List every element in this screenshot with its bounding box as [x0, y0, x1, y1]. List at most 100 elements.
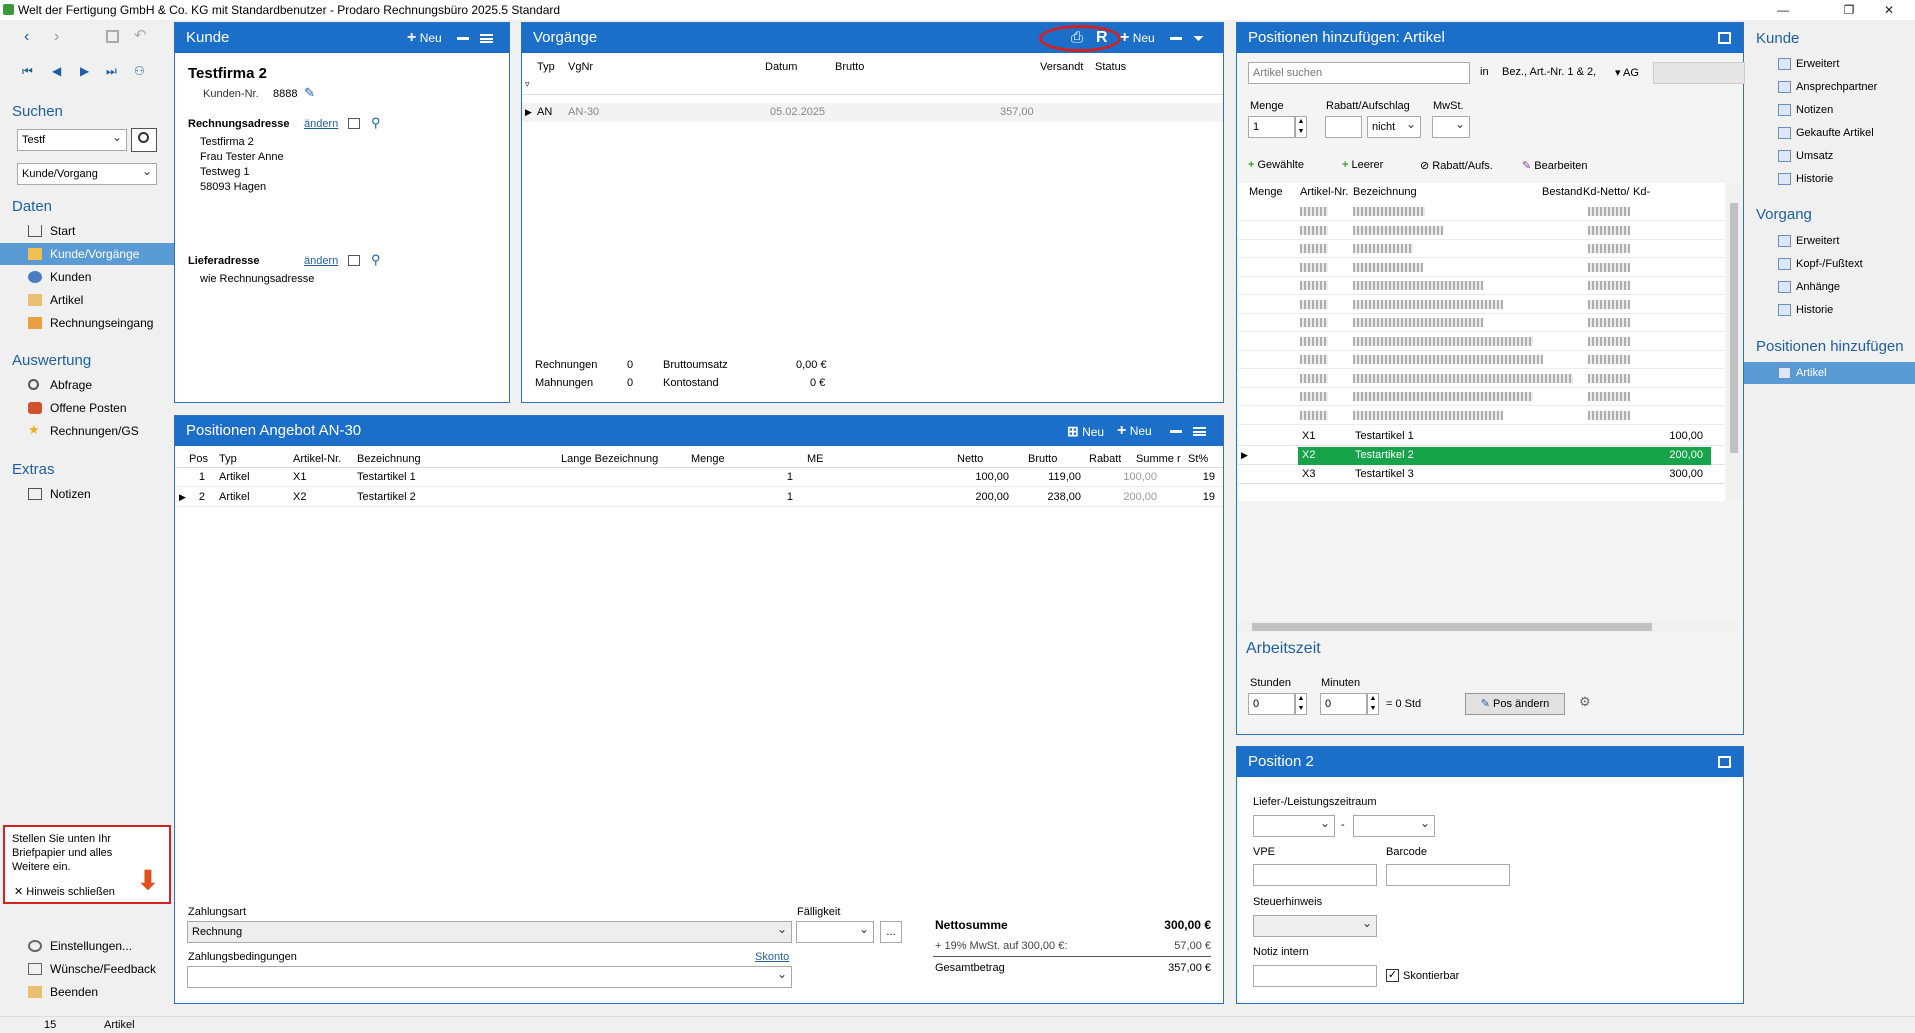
art-col-kd[interactable]: Kd- — [1633, 183, 1650, 201]
right-kunde-item[interactable]: Umsatz — [1744, 145, 1915, 167]
positionen-remove-icon[interactable] — [1170, 430, 1182, 433]
art-col-netto[interactable]: Kd-Netto/ — [1583, 183, 1629, 201]
nav-rechnungseingang[interactable]: Rechnungseingang — [0, 312, 174, 334]
liefer-to-select[interactable] — [1353, 813, 1435, 837]
right-vorgang-item[interactable]: Anhänge — [1744, 276, 1915, 298]
faelligkeit-select[interactable] — [796, 919, 874, 943]
minuten-stepper[interactable]: ▲ ▼ — [1367, 693, 1379, 715]
back-icon[interactable]: ‹ — [24, 28, 29, 46]
pos-col-header[interactable]: Menge — [691, 450, 725, 468]
pos-col-header[interactable]: Bezeichnung — [357, 450, 421, 468]
vorgaenge-remove-icon[interactable] — [1170, 37, 1182, 40]
edit-pencil-icon[interactable]: ✎ — [304, 85, 315, 101]
print-icon[interactable]: ⎙ — [1071, 23, 1083, 53]
art-col-nr[interactable]: Artikel-Nr. — [1300, 183, 1348, 201]
right-pos-item[interactable]: Artikel — [1744, 362, 1915, 384]
kunde-menu-icon[interactable] — [480, 34, 493, 43]
steuerhinweis-select[interactable] — [1253, 913, 1377, 937]
pos-col-header[interactable]: Lange Bezeichnung — [561, 450, 658, 468]
next-record-icon[interactable]: ▶ — [80, 64, 89, 78]
hscroll-thumb[interactable] — [1252, 623, 1652, 631]
users-icon[interactable]: ⚇ — [134, 64, 145, 78]
prev-record-icon[interactable]: ◀ — [52, 64, 61, 78]
zahlungsbedingungen-select[interactable] — [187, 964, 792, 988]
nav-offene-posten[interactable]: Offene Posten — [0, 397, 174, 419]
right-kunde-item[interactable]: Notizen — [1744, 99, 1915, 121]
forward-icon[interactable]: › — [54, 28, 59, 46]
map-pin-icon[interactable]: ⚲ — [371, 115, 381, 131]
right-vorgang-item[interactable]: Erweitert — [1744, 230, 1915, 252]
col-brutto[interactable]: Brutto — [835, 58, 864, 76]
notiz-input[interactable] — [1253, 965, 1377, 987]
barcode-input[interactable] — [1386, 864, 1510, 886]
nav-einstellungen[interactable]: Einstellungen... — [0, 935, 174, 957]
zahlungsart-select[interactable]: Rechnung — [187, 919, 792, 943]
nav-feedback[interactable]: Wünsche/Feedback — [0, 958, 174, 980]
col-vgnr[interactable]: VgNr — [568, 58, 593, 76]
nav-abfrage[interactable]: Abfrage — [0, 374, 174, 396]
copy-delivery-icon[interactable] — [348, 255, 360, 266]
filter-row[interactable]: ▿ — [522, 79, 1223, 95]
menge-input[interactable]: 1 — [1248, 116, 1295, 138]
filter-icon[interactable]: ⏷ — [1193, 23, 1204, 53]
first-record-icon[interactable]: ⏮ — [22, 64, 33, 79]
stunden-input[interactable]: 0 — [1248, 693, 1295, 715]
pos-aendern-button[interactable]: ✎ Pos ändern — [1465, 693, 1565, 715]
right-kunde-item[interactable]: Ansprechpartner — [1744, 76, 1915, 98]
nav-start[interactable]: Start — [0, 220, 174, 242]
nav-rechnungen-gs[interactable]: ★ Rechnungen/GS — [0, 420, 174, 442]
position2-collapse-icon[interactable] — [1718, 756, 1731, 768]
positionen-menu-icon[interactable] — [1193, 427, 1206, 436]
rechnungsadresse-aendern-link[interactable]: ändern — [304, 118, 338, 130]
positionen-neu-sub-button[interactable]: + Neu — [1117, 416, 1152, 446]
collapse-icon[interactable] — [1718, 32, 1731, 44]
kunde-neu-button[interactable]: + Neu — [407, 23, 442, 53]
nav-kunden[interactable]: Kunden — [0, 266, 174, 288]
undo-icon[interactable]: ↶ — [134, 26, 147, 44]
vpe-input[interactable] — [1253, 864, 1377, 886]
action-bearbeiten[interactable]: ✎ Bearbeiten — [1522, 159, 1588, 172]
search-button[interactable] — [131, 128, 157, 152]
col-datum[interactable]: Datum — [765, 58, 797, 76]
right-kunde-item[interactable]: Erweitert — [1744, 53, 1915, 75]
mwst-select[interactable] — [1432, 114, 1470, 138]
pos-col-header[interactable]: Pos — [189, 450, 208, 468]
minimize-icon[interactable]: — — [1760, 0, 1806, 20]
rabatt-input[interactable] — [1325, 116, 1362, 138]
pos-col-header[interactable]: Netto — [957, 450, 983, 468]
delivery-pin-icon[interactable]: ⚲ — [371, 252, 381, 268]
skonto-link[interactable]: Skonto — [755, 951, 789, 963]
nav-artikel[interactable]: Artikel — [0, 289, 174, 311]
nav-kunde-vorgaenge[interactable]: Kunde/Vorgänge — [0, 243, 174, 265]
art-col-bez[interactable]: Bezeichnung — [1353, 183, 1417, 201]
copy-address-icon[interactable] — [348, 118, 360, 129]
table-row[interactable]: ▶ X2 Testartikel 2 200,00 — [1238, 447, 1725, 465]
table-row[interactable]: ▶ 2 Artikel X2 Testartikel 2 1 200,00 238,00 200… — [175, 488, 1223, 507]
pos-col-header[interactable]: St% — [1188, 450, 1208, 468]
right-kunde-item[interactable]: Historie — [1744, 168, 1915, 190]
table-row[interactable]: 1 Artikel X1 Testartikel 1 1 100,00 119,00 100,… — [175, 468, 1223, 487]
minuten-input[interactable]: 0 — [1320, 693, 1367, 715]
skontierbar-checkbox[interactable]: ✓ — [1386, 969, 1399, 982]
positionen-neu-button[interactable]: ⊞ Neu — [1067, 416, 1104, 447]
close-icon[interactable]: ✕ — [1866, 0, 1912, 20]
right-kunde-item[interactable]: Gekaufte Artikel — [1744, 122, 1915, 144]
col-status[interactable]: Status — [1095, 58, 1126, 76]
art-col-bestand[interactable]: Bestand — [1542, 183, 1582, 201]
artikel-search-extra[interactable] — [1653, 62, 1745, 84]
vscroll-thumb[interactable] — [1730, 203, 1738, 453]
artikel-search-input[interactable]: Artikel suchen — [1248, 62, 1470, 84]
save-icon[interactable] — [106, 30, 119, 43]
nav-notizen[interactable]: Notizen — [0, 483, 174, 505]
artikel-vscroll[interactable] — [1727, 183, 1741, 501]
col-typ[interactable]: Typ — [537, 58, 555, 76]
action-gewaehlte[interactable]: + Gewählte — [1248, 159, 1304, 171]
art-col-menge[interactable]: Menge — [1249, 183, 1283, 201]
ag-select[interactable]: ▾ AG — [1615, 66, 1639, 79]
r-button[interactable]: R — [1096, 23, 1108, 53]
kunde-remove-icon[interactable] — [457, 37, 469, 40]
action-rabatt[interactable]: ⊘ Rabatt/Aufs. — [1420, 159, 1493, 172]
menge-stepper[interactable]: ▲ ▼ — [1295, 116, 1307, 138]
pos-col-header[interactable]: Rabatt — [1089, 450, 1121, 468]
table-row[interactable]: ▶ AN AN-30 05.02.2025 357,00 — [522, 103, 1223, 122]
